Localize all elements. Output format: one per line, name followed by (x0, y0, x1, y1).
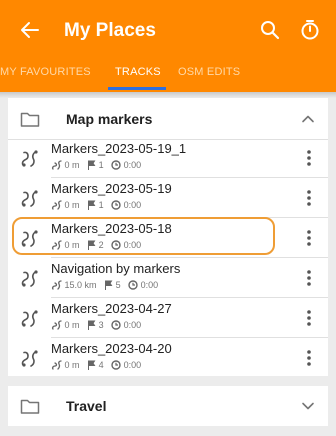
track-icon (21, 350, 38, 367)
selected-track-highlight (12, 217, 275, 255)
track-points: 4 (98, 359, 104, 370)
distance-icon (51, 199, 62, 210)
track-row[interactable]: Markers_2023-05-19_1 0 m 1 0:00 (8, 138, 328, 178)
track-time: 0:00 (123, 319, 142, 330)
track-name: Navigation by markers (51, 261, 181, 276)
app-bar: My Places MY FAVOURITES TRACKS OSM EDITS (0, 0, 336, 92)
flag-icon (88, 360, 96, 370)
more-options-icon[interactable] (301, 148, 317, 168)
flag-icon (88, 160, 96, 170)
more-options-icon[interactable] (301, 228, 317, 248)
chevron-up-icon[interactable] (299, 110, 317, 128)
folder-icon (20, 112, 40, 127)
track-name: Markers_2023-05-19 (51, 181, 172, 196)
clock-icon (111, 159, 121, 170)
track-icon (21, 310, 38, 327)
clock-icon (111, 319, 121, 330)
group-header-map-markers[interactable]: Map markers (8, 98, 328, 140)
track-points: 5 (115, 279, 121, 290)
track-time: 0:00 (123, 159, 142, 170)
track-points: 3 (98, 319, 104, 330)
track-icon (21, 190, 38, 207)
track-row[interactable]: Navigation by markers 15.0 km 5 0:00 (8, 258, 328, 298)
track-name: Markers_2023-05-19_1 (51, 141, 187, 156)
track-points: 1 (98, 159, 104, 170)
track-distance: 0 m (64, 159, 80, 170)
tab-my-favourites[interactable]: MY FAVOURITES (0, 65, 91, 79)
track-name: Markers_2023-04-27 (51, 301, 172, 316)
track-distance: 0 m (64, 199, 80, 210)
track-distance: 15.0 km (64, 279, 97, 290)
more-options-icon[interactable] (301, 308, 317, 328)
track-meta: 0 m 1 0:00 (51, 158, 141, 170)
flag-icon (88, 320, 96, 330)
track-time: 0:00 (140, 279, 159, 290)
tab-bar: MY FAVOURITES TRACKS OSM EDITS (0, 58, 336, 92)
distance-icon (51, 319, 62, 330)
folder-icon (20, 399, 40, 414)
track-distance: 0 m (64, 319, 80, 330)
track-row[interactable]: Markers_2023-04-20 0 m 4 0:00 (8, 338, 328, 378)
track-row[interactable]: Markers_2023-04-27 0 m 3 0:00 (8, 298, 328, 338)
flag-icon (88, 200, 96, 210)
arrow-back-icon[interactable] (18, 18, 42, 42)
track-meta: 15.0 km 5 0:00 (51, 278, 158, 290)
track-points: 1 (98, 199, 104, 210)
more-options-icon[interactable] (301, 188, 317, 208)
track-meta: 0 m 3 0:00 (51, 318, 141, 330)
group-label: Travel (66, 398, 107, 414)
active-tab-indicator (108, 87, 166, 90)
track-time: 0:00 (123, 199, 142, 210)
page-title: My Places (64, 20, 156, 41)
track-icon (21, 270, 38, 287)
flag-icon (105, 280, 113, 290)
more-options-icon[interactable] (301, 348, 317, 368)
track-distance: 0 m (64, 359, 80, 370)
track-meta: 0 m 4 0:00 (51, 358, 141, 370)
track-row[interactable]: Markers_2023-05-19 0 m 1 0:00 (8, 178, 328, 218)
track-icon (21, 150, 38, 167)
clock-icon (128, 279, 138, 290)
distance-icon (51, 159, 62, 170)
clock-icon (111, 359, 121, 370)
search-icon[interactable] (258, 18, 282, 42)
distance-icon (51, 359, 62, 370)
tab-tracks[interactable]: TRACKS (115, 65, 161, 79)
chevron-down-icon[interactable] (299, 397, 317, 415)
track-meta: 0 m 1 0:00 (51, 198, 141, 210)
more-options-icon[interactable] (301, 268, 317, 288)
track-name: Markers_2023-04-20 (51, 341, 172, 356)
track-time: 0:00 (123, 359, 142, 370)
timer-icon[interactable] (298, 18, 322, 42)
group-label: Map markers (66, 111, 153, 127)
group-header-travel[interactable]: Travel (8, 386, 328, 426)
tab-osm-edits[interactable]: OSM EDITS (178, 65, 240, 79)
clock-icon (111, 199, 121, 210)
distance-icon (51, 279, 62, 290)
